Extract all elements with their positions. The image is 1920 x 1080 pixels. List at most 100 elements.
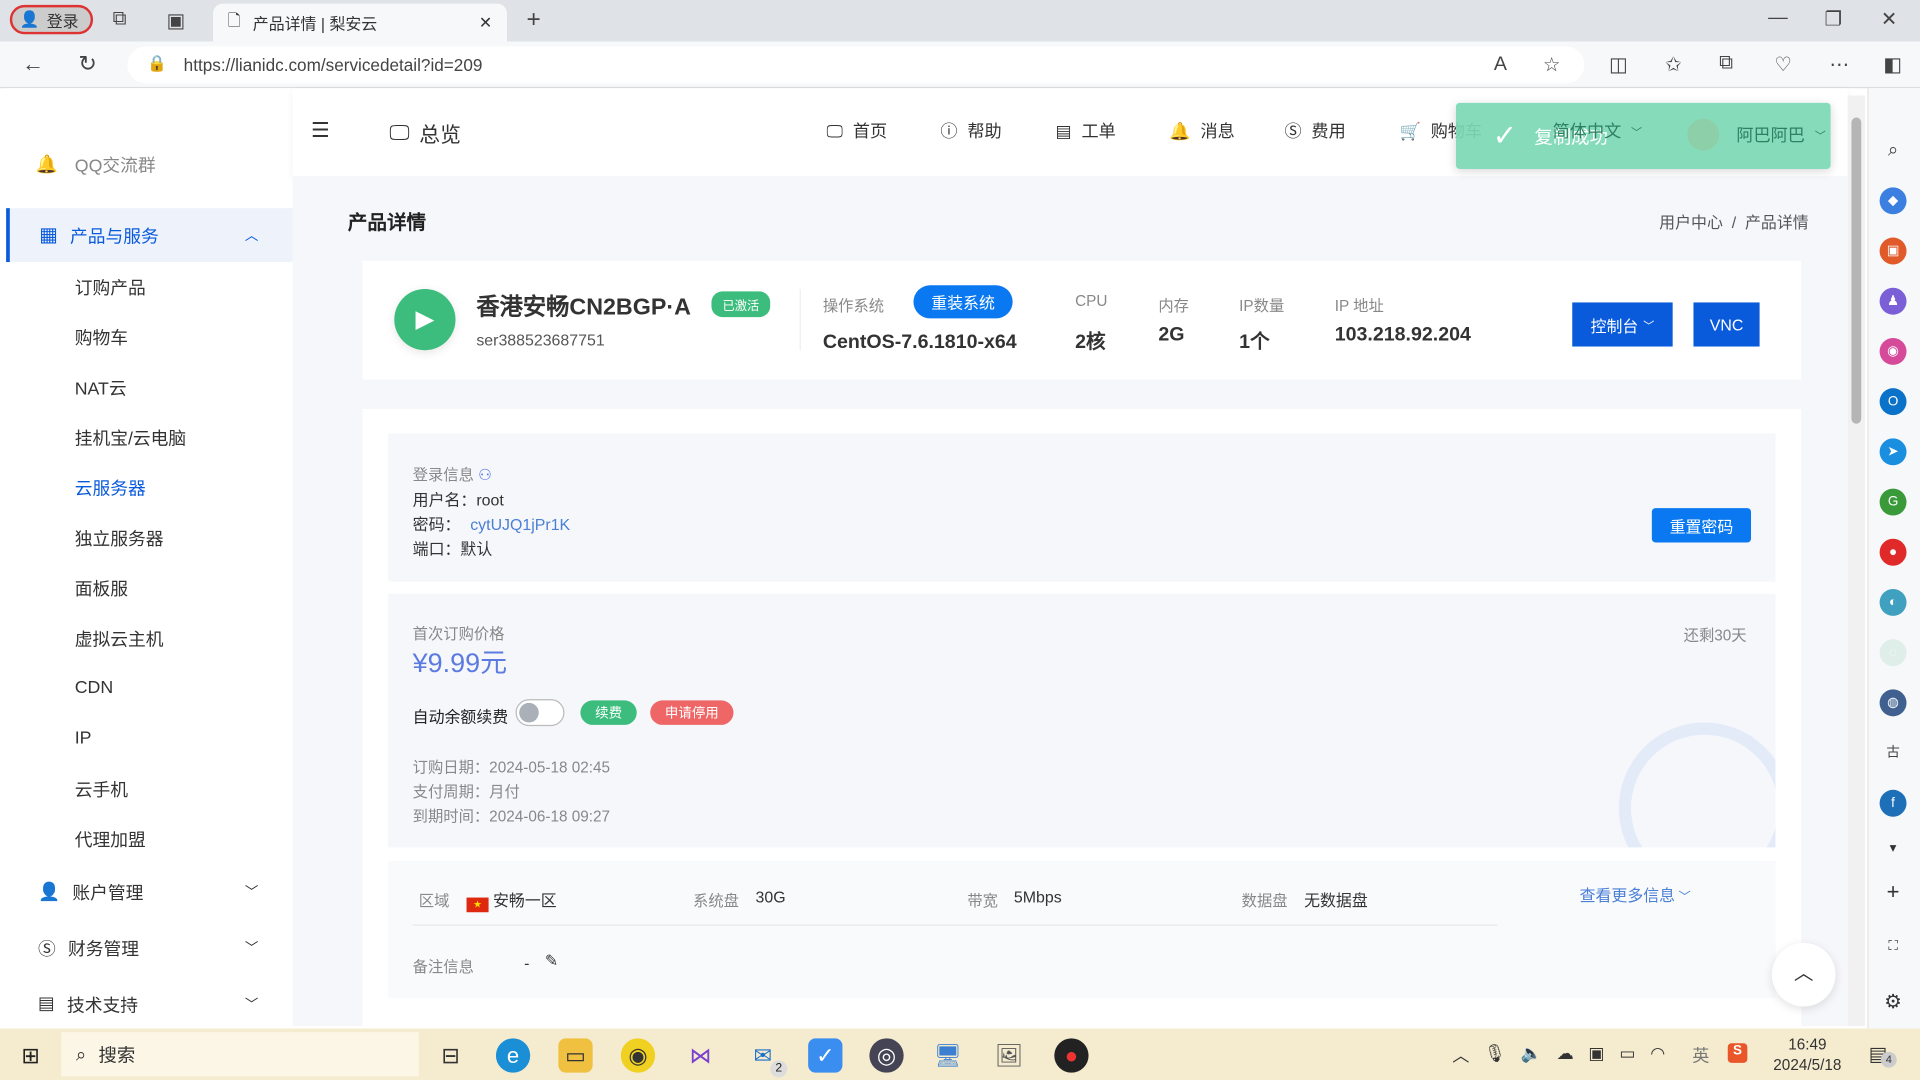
sogou-icon[interactable]: S [1727,1043,1748,1063]
sidebar-item-active[interactable]: 云服务器 [6,463,293,512]
user-menu[interactable]: 阿巴阿巴 ﹀ [1687,118,1826,151]
favorite-icon[interactable]: ☆ [1543,53,1561,77]
breadcrumb-user-center[interactable]: 用户中心 [1659,213,1723,231]
taskbar-search[interactable]: ⌕ 搜索 [61,1032,419,1077]
nav-messages[interactable]: 🔔 消息 [1169,119,1234,143]
renew-button[interactable]: 续费 [580,700,637,725]
nav-overview[interactable]: 🖵 总览 [389,118,460,149]
password-value[interactable]: cytUJQ1jPr1K [470,516,570,534]
url-input[interactable]: https://lianidc.com/servicedetail?id=209 [127,46,1585,84]
new-tab-button[interactable]: + [527,6,541,34]
sidebar-item[interactable]: 面板服 [6,563,293,612]
auto-renew-toggle[interactable] [515,699,565,727]
collections-icon[interactable]: ⧉ [113,9,127,31]
minimize-button[interactable]: — [1768,7,1788,29]
profile-login-button[interactable]: 👤 登录 [9,4,94,35]
sidebar-item[interactable]: 订购产品 [6,262,293,311]
volume-icon[interactable]: 🔈 [1521,1043,1542,1067]
expand-down-icon[interactable]: ▾ [1880,835,1907,862]
read-aloud-icon[interactable]: A [1494,54,1507,76]
nav-help[interactable]: ⓘ 帮助 [940,119,1001,143]
more-icon[interactable]: ⋯ [1829,53,1849,77]
games-icon[interactable]: ♟ [1879,287,1907,315]
toolbox-icon[interactable]: ▣ [1879,237,1907,265]
photos-icon[interactable]: 🖼 [992,1038,1026,1072]
red-extension-icon[interactable]: ● [1879,538,1907,566]
restore-button[interactable]: ❐ [1824,7,1842,31]
sidebar-item[interactable]: 代理加盟 [6,814,293,863]
sidebar-item[interactable]: 购物车 [6,312,293,361]
browser-app-icon[interactable]: ◎ [869,1038,904,1073]
request-stop-button[interactable]: 申请停用 [650,700,734,725]
console-dropdown-button[interactable]: 控制台 ﹀ [1572,302,1673,347]
sidebar-item[interactable]: 挂机宝/云电脑 [6,413,293,462]
edit-note-icon[interactable]: ✎ [545,951,558,971]
sidebar-item[interactable]: 独立服务器 [6,513,293,562]
split-screen-icon[interactable]: ◫ [1609,53,1628,77]
sidebar-section-account[interactable]: 👤 账户管理 ﹀ [6,867,293,916]
nav-ticket[interactable]: ▤ 工单 [1056,119,1116,143]
file-explorer-icon[interactable]: ▭ [558,1038,593,1073]
ancient-icon[interactable]: 古 [1880,740,1907,767]
display-icon[interactable]: ▣ [1588,1043,1604,1067]
screenshot-icon[interactable]: ⛶ [1880,933,1907,960]
send-icon[interactable]: ➤ [1879,438,1907,466]
reinstall-button[interactable]: 重装系统 [913,285,1013,319]
sidebar-item[interactable]: CDN [6,664,293,713]
notification-icon[interactable]: ▤ 4 [1869,1042,1897,1068]
clock[interactable]: 16:49 2024/5/18 [1763,1035,1851,1077]
browser-tab[interactable]: 🗋 产品详情 | 梨安云 ✕ [213,3,507,42]
sidebar-item[interactable]: IP [6,714,293,763]
onedrive-icon[interactable]: ☁ [1557,1043,1574,1067]
back-to-top-button[interactable]: ︿ [1771,942,1836,1007]
tray-expand-icon[interactable]: ︿ [1452,1043,1469,1067]
collections-toolbar-icon[interactable]: ⧉ [1719,53,1733,75]
record-icon[interactable]: ● [1054,1038,1089,1073]
reset-password-button[interactable]: 重置密码 [1651,508,1752,543]
g-extension-icon[interactable]: G [1879,488,1907,516]
nav-billing[interactable]: Ⓢ 费用 [1284,119,1345,143]
scrollbar-thumb[interactable] [1851,117,1862,424]
tag-icon[interactable]: ◆ [1879,187,1907,215]
page-scrollbar[interactable] [1847,95,1865,1027]
refresh-icon[interactable]: ↻ [78,51,96,77]
vnc-button[interactable]: VNC [1693,302,1760,347]
start-icon[interactable]: ⊞ [13,1038,47,1072]
favorites-icon[interactable]: ✩ [1665,53,1681,77]
feishu-icon[interactable]: ✓ [808,1038,843,1073]
battery-icon[interactable]: ▭ [1619,1043,1635,1067]
back-icon[interactable]: ← [22,51,44,77]
sidebar-item[interactable]: NAT云 [6,362,293,411]
remote-desktop-icon[interactable]: 🖥 [931,1038,965,1072]
office-icon[interactable]: ◉ [1879,337,1907,365]
nav-home[interactable]: 🖵 首页 [827,119,888,143]
settings-icon[interactable]: ⚙ [1880,989,1907,1016]
close-tab-icon[interactable]: ✕ [479,13,492,33]
search-icon[interactable]: ⌕ [1880,137,1907,164]
sidebar-group-products[interactable]: ▦ 产品与服务 ︿ [6,208,293,263]
sidebar-item[interactable]: 虚拟云主机 [6,613,293,662]
language-select[interactable]: 简体中文 ﹀ [1553,119,1642,143]
task-view-icon[interactable]: ⊟ [433,1038,467,1072]
app-icon[interactable]: ◉ [620,1038,656,1073]
sidebar-section-finance[interactable]: Ⓢ 财务管理 ﹀ [6,923,293,972]
visual-studio-icon[interactable]: ⋈ [683,1038,717,1072]
globe-icon[interactable]: ◍ [1879,689,1907,717]
f-extension-icon[interactable]: f [1879,789,1907,817]
outlook-icon[interactable]: O [1879,388,1907,416]
sidebar-toggle-icon[interactable]: ◧ [1883,53,1902,77]
close-window-button[interactable]: ✕ [1881,7,1897,31]
view-more-link[interactable]: 查看更多信息 ﹀ [1580,883,1691,906]
light-extension-icon[interactable]: ◌ [1879,639,1907,667]
extension-icon[interactable]: ♡ [1774,53,1792,77]
mail-icon[interactable]: ✉ 2 [746,1038,788,1078]
sidebar-item-qq[interactable]: 🔔 QQ交流群 [6,152,293,176]
wifi-icon[interactable]: ◠ [1650,1043,1665,1067]
sidebar-section-support[interactable]: ▤ 技术支持 ﹀ [6,980,293,1029]
edge-icon[interactable]: e [495,1038,531,1073]
menu-toggle-icon[interactable]: ☰ [311,119,330,143]
ime-indicator[interactable]: 英 [1692,1043,1709,1067]
sidebar-item[interactable]: 云手机 [6,764,293,813]
tab-actions-icon[interactable]: ▣ [167,9,186,33]
microphone-icon[interactable]: 🎙 [1484,1043,1506,1067]
